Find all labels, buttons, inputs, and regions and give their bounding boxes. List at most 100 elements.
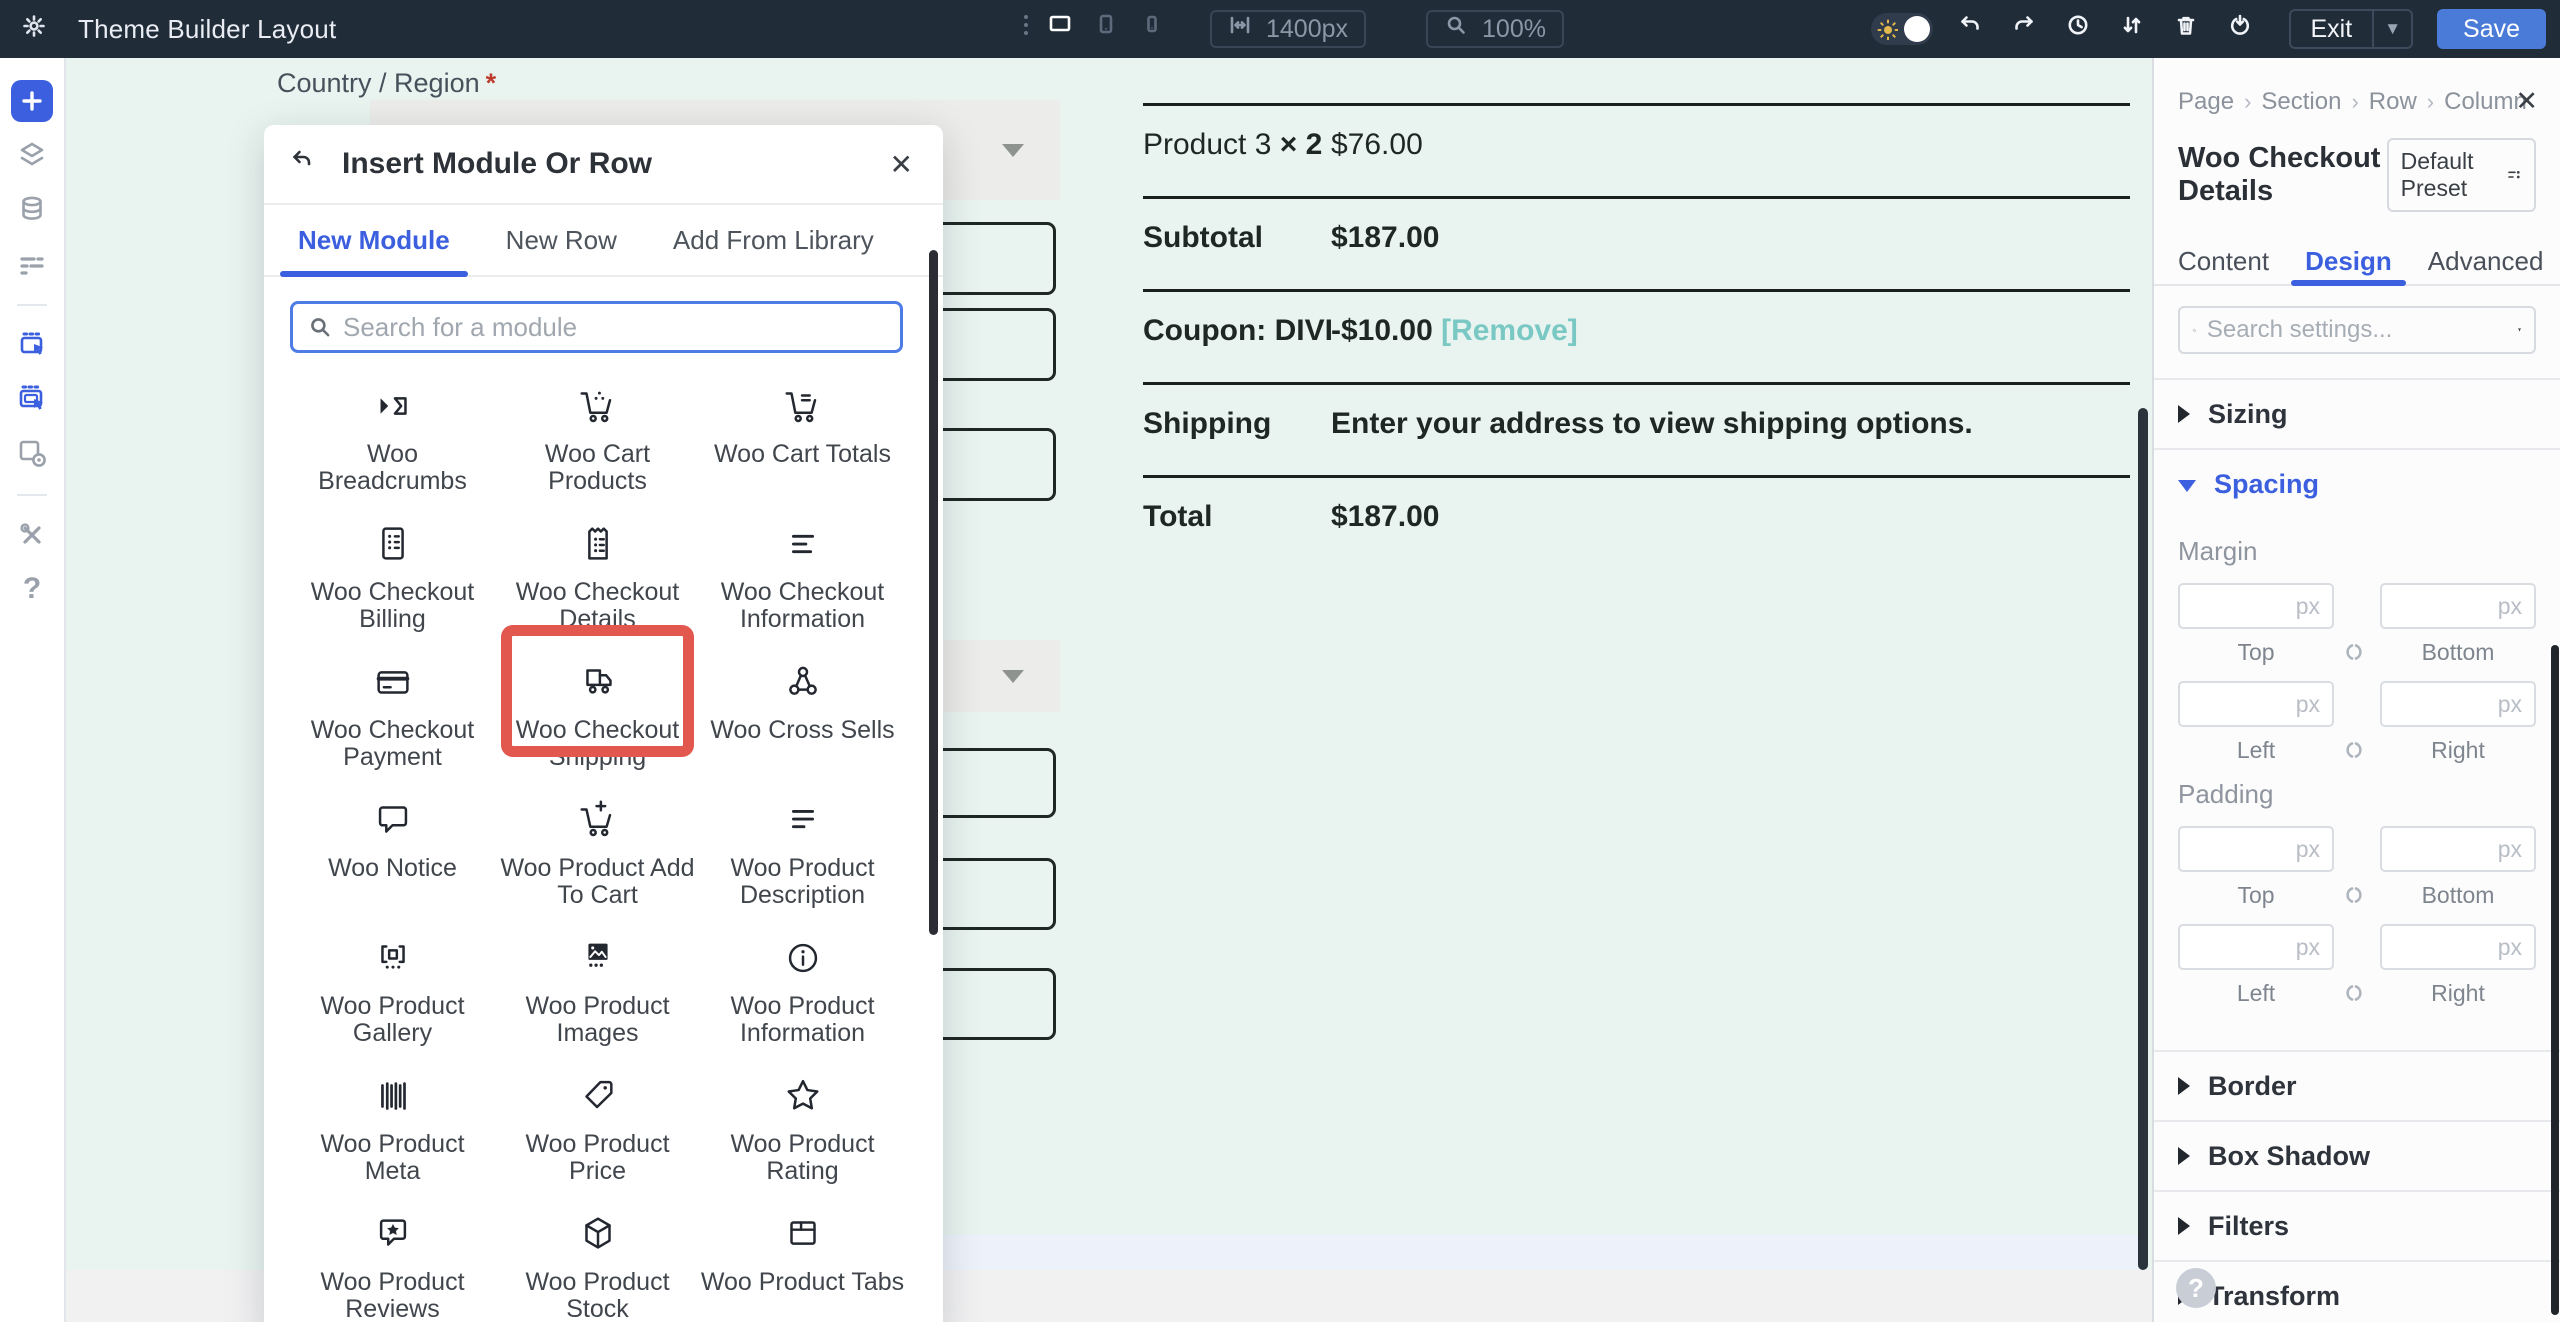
link-values-icon[interactable] <box>2334 924 2380 1008</box>
tab-add-from-library[interactable]: Add From Library <box>667 205 880 275</box>
margin-right-input[interactable] <box>2380 681 2536 727</box>
module-item-woo-breadcrumbs[interactable]: Woo Breadcrumbs <box>290 365 495 503</box>
redo-button[interactable] <box>2011 14 2041 44</box>
canvas-width-control[interactable]: 1400px <box>1210 10 1366 48</box>
sidebar-item-layers-view[interactable] <box>11 134 53 176</box>
sort-button[interactable] <box>2119 14 2149 44</box>
section-header-spacing[interactable]: Spacing <box>2154 450 2560 518</box>
settings-search-input[interactable] <box>2207 316 2517 344</box>
module-item-woo-product-rating[interactable]: Woo Product Rating <box>700 1055 905 1193</box>
padding-bottom-input[interactable] <box>2380 826 2536 872</box>
tab-new-module[interactable]: New Module <box>292 205 456 275</box>
module-item-woo-notice[interactable]: Woo Notice <box>290 779 495 917</box>
help-button[interactable]: ? <box>2176 1268 2216 1308</box>
delete-button[interactable] <box>2173 14 2203 44</box>
canvas-zoom-value: 100% <box>1482 15 1546 44</box>
builder-settings-toggle[interactable] <box>1871 13 1933 45</box>
sidebar-item-click-mode-module[interactable] <box>11 324 53 366</box>
tab-design[interactable]: Design <box>2305 238 2392 284</box>
margin-left-input[interactable] <box>2178 681 2334 727</box>
padding-right-input[interactable] <box>2380 924 2536 970</box>
module-item-woo-cart-totals[interactable]: Woo Cart Totals <box>700 365 905 503</box>
module-search-input[interactable] <box>343 312 900 343</box>
remove-coupon-link[interactable]: [Remove] <box>1433 314 1578 347</box>
layers-icon <box>16 139 48 171</box>
tab-new-row[interactable]: New Row <box>500 205 623 275</box>
module-item-woo-product-meta[interactable]: Woo Product Meta <box>290 1055 495 1193</box>
module-item-woo-product-information[interactable]: Woo Product Information <box>700 917 905 1055</box>
woo-product-rating-icon <box>780 1073 826 1119</box>
gear-icon[interactable] <box>22 14 52 44</box>
module-item-woo-product-description[interactable]: Woo Product Description <box>700 779 905 917</box>
panel-scrollbar[interactable] <box>2551 645 2559 1315</box>
tablet-view-button[interactable] <box>1092 12 1126 46</box>
link-values-icon[interactable] <box>2334 583 2380 667</box>
breadcrumb-page[interactable]: Page <box>2178 88 2234 116</box>
margin-top-input[interactable] <box>2178 583 2334 629</box>
modal-scrollbar[interactable] <box>929 250 938 935</box>
row-label: Subtotal <box>1143 221 1331 289</box>
zoom-icon <box>1444 13 1470 46</box>
module-item-woo-product-stock[interactable]: Woo Product Stock <box>495 1193 700 1322</box>
preview-scrollbar[interactable] <box>2138 408 2148 1270</box>
module-item-woo-checkout-information[interactable]: Woo Checkout Information <box>700 503 905 641</box>
exit-caret-icon[interactable]: ▼ <box>2374 19 2411 39</box>
panel-close-icon[interactable]: ✕ <box>2515 86 2538 117</box>
section-header-filters[interactable]: Filters <box>2154 1192 2560 1260</box>
module-label: Woo Product Images <box>525 993 669 1047</box>
module-item-woo-product-gallery[interactable]: Woo Product Gallery <box>290 917 495 1055</box>
undo-button[interactable] <box>1957 14 1987 44</box>
module-item-woo-cross-sells[interactable]: Woo Cross Sells <box>700 641 905 779</box>
sidebar-item-wireframe-view[interactable] <box>11 242 53 284</box>
module-item-woo-checkout-shipping[interactable]: Woo Checkout Shipping <box>495 641 700 779</box>
padding-right-field: Right <box>2380 924 2536 1007</box>
save-button[interactable]: Save <box>2437 9 2546 49</box>
module-item-woo-product-tabs[interactable]: Woo Product Tabs <box>700 1193 905 1322</box>
module-item-woo-checkout-billing[interactable]: Woo Checkout Billing <box>290 503 495 641</box>
default-preset-button[interactable]: Default Preset <box>2387 138 2536 212</box>
module-item-woo-cart-products[interactable]: Woo Cart Products <box>495 365 700 503</box>
canvas-zoom-control[interactable]: 100% <box>1426 10 1564 48</box>
margin-bottom-input[interactable] <box>2380 583 2536 629</box>
sidebar-item-click-mode-row[interactable] <box>11 378 53 420</box>
padding-left-input[interactable] <box>2178 924 2334 970</box>
sidebar-item-help[interactable]: ? <box>11 568 53 610</box>
history-button[interactable] <box>2065 14 2095 44</box>
filter-funnel-icon[interactable] <box>2517 318 2522 342</box>
back-icon[interactable] <box>290 147 324 181</box>
section-header-border[interactable]: Border <box>2154 1052 2560 1120</box>
link-values-icon[interactable] <box>2334 826 2380 910</box>
woo-product-reviews-icon <box>370 1211 416 1257</box>
search-icon <box>2192 319 2197 342</box>
side-label: Bottom <box>2380 882 2536 909</box>
exit-button[interactable]: Exit <box>2291 15 2373 44</box>
tab-advanced[interactable]: Advanced <box>2428 238 2544 284</box>
row-value: -$10.00 [Remove] <box>1331 314 1578 382</box>
section-filters: Filters <box>2154 1192 2560 1262</box>
breadcrumb-section[interactable]: Section <box>2261 88 2341 116</box>
kebab-menu-icon[interactable] <box>1014 13 1028 45</box>
padding-top-input[interactable] <box>2178 826 2334 872</box>
sidebar-item-view-modules[interactable] <box>11 432 53 474</box>
sidebar-item-add-module[interactable] <box>11 80 53 122</box>
module-item-woo-checkout-payment[interactable]: Woo Checkout Payment <box>290 641 495 779</box>
sidebar-item-builder-tools[interactable] <box>11 514 53 556</box>
list-rows-icon <box>16 247 48 279</box>
breadcrumb-row[interactable]: Row <box>2369 88 2417 116</box>
checkout-row-product-3: Product 3 × 2$76.00 <box>1143 103 2130 196</box>
portability-button[interactable] <box>2227 14 2257 44</box>
module-item-woo-product-images[interactable]: Woo Product Images <box>495 917 700 1055</box>
section-header-box-shadow[interactable]: Box Shadow <box>2154 1122 2560 1190</box>
desktop-view-button[interactable] <box>1046 12 1080 46</box>
phone-view-button[interactable] <box>1138 12 1172 46</box>
link-values-icon[interactable] <box>2334 681 2380 765</box>
module-item-woo-checkout-details[interactable]: Woo Checkout Details <box>495 503 700 641</box>
sidebar-item-dynamic-content[interactable] <box>11 188 53 230</box>
module-label: Woo Product Meta <box>290 1131 495 1185</box>
module-item-woo-product-reviews[interactable]: Woo Product Reviews <box>290 1193 495 1322</box>
tab-content[interactable]: Content <box>2178 238 2269 284</box>
module-item-woo-product-price[interactable]: Woo Product Price <box>495 1055 700 1193</box>
module-item-woo-product-add-to-cart[interactable]: Woo Product Add To Cart <box>495 779 700 917</box>
section-header-sizing[interactable]: Sizing <box>2154 380 2560 448</box>
close-icon[interactable]: ✕ <box>886 144 917 185</box>
